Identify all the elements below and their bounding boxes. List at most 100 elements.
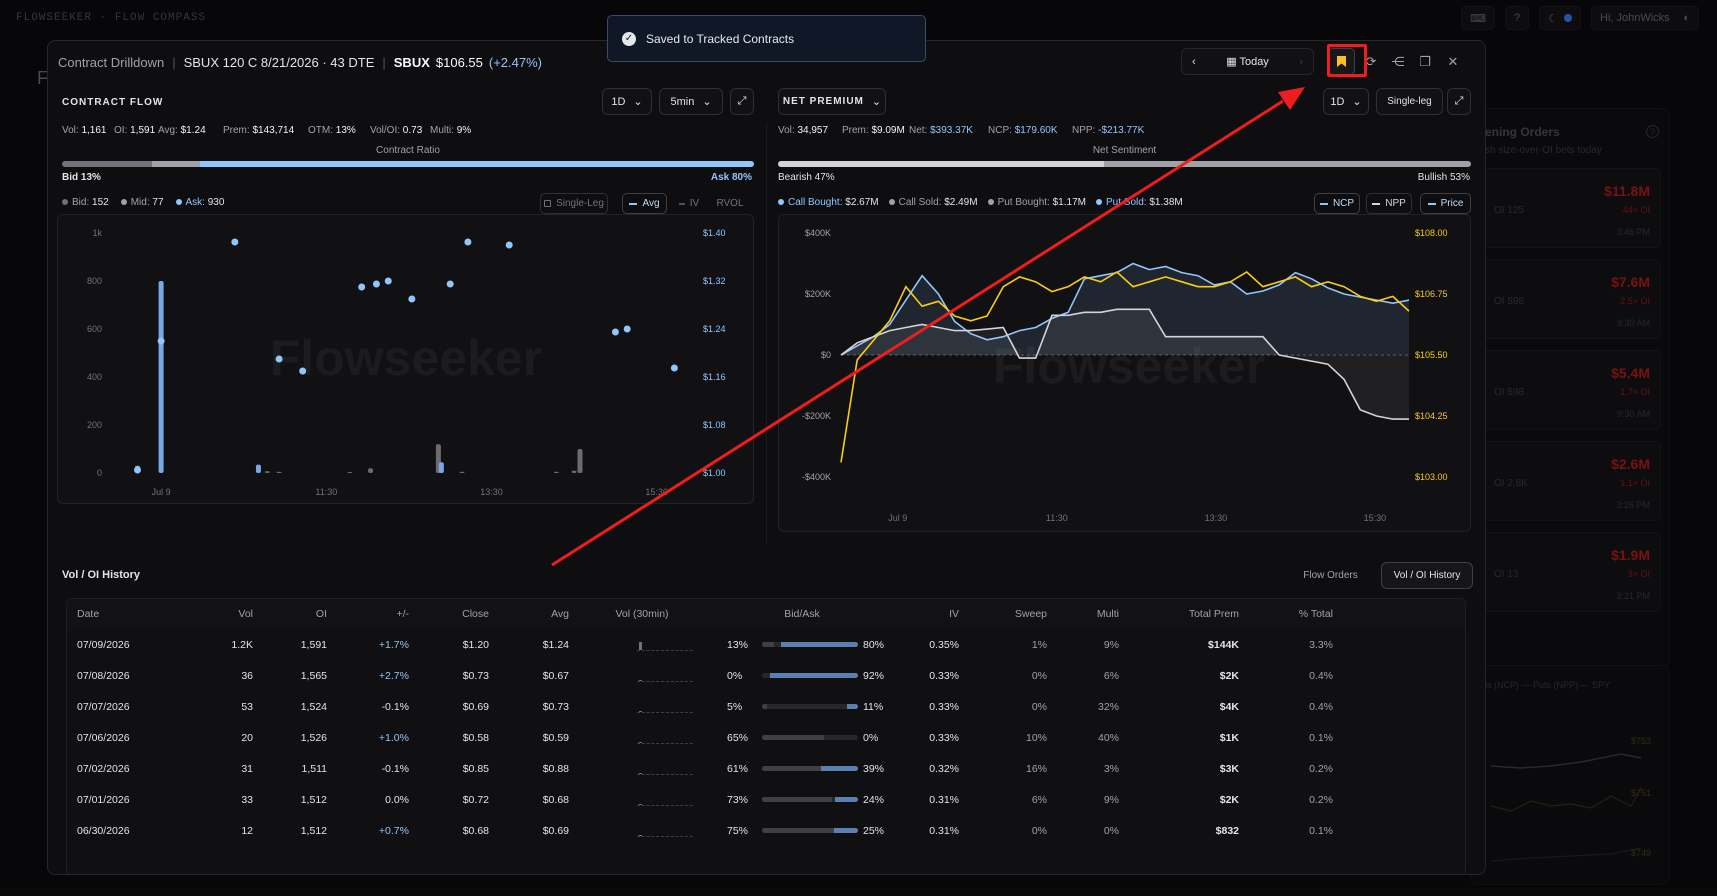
table-row[interactable]: 07/09/20261.2K1,591+1.7%$1.20$1.240.35%1… [67, 629, 1465, 660]
y-tick-label: 1k [92, 228, 102, 238]
column-header[interactable]: IV [897, 599, 959, 629]
flow-stat: Vol/OI: 0.73 [370, 125, 422, 136]
column-header[interactable]: % Total [1247, 599, 1333, 629]
table-cell-vol: 36 [187, 660, 253, 691]
y-tick-label: $400K [805, 228, 831, 238]
avg-price-point [134, 467, 141, 474]
chip-iv[interactable]: IV [674, 193, 704, 214]
table-cell-iv: 0.31% [897, 784, 959, 815]
column-header[interactable]: Vol [187, 599, 253, 629]
chip-price[interactable]: Price [1420, 193, 1471, 214]
table-cell-close: $0.69 [417, 691, 489, 722]
table-cell-chg: +1.0% [337, 722, 409, 753]
sparkline-bar [639, 642, 642, 650]
vol-sparkline [637, 823, 693, 837]
flow-expand-button[interactable]: ⤢ [730, 88, 754, 115]
table-cell-sweep: 6% [967, 784, 1047, 815]
table-cell-multi: 9% [1057, 784, 1119, 815]
avg-price-point [464, 239, 471, 246]
flow-range-select[interactable]: 1D⌄ [602, 88, 652, 115]
volume-bar [265, 471, 270, 473]
flow-interval-select[interactable]: 5min⌄ [659, 88, 723, 115]
table-cell-iv: 0.33% [897, 691, 959, 722]
premium-range-value: 1D [1330, 96, 1344, 108]
net-sentiment-label: Net Sentiment [778, 145, 1471, 156]
chevron-down-icon: ⌄ [702, 95, 711, 108]
y2-tick-label: $103.00 [1415, 472, 1448, 482]
y2-tick-label: $1.40 [703, 228, 726, 238]
table-row[interactable]: 07/06/2026201,526+1.0%$0.58$0.590.33%10%… [67, 722, 1465, 753]
table-cell-date: 06/30/2026 [77, 815, 187, 846]
y-tick-label: 0 [97, 468, 102, 478]
vol-sparkline [637, 730, 693, 744]
net-sentiment-bar [778, 161, 1471, 167]
table-row[interactable]: 07/07/2026531,524-0.1%$0.69$0.730.33%0%3… [67, 691, 1465, 722]
avg-price-point [231, 239, 238, 246]
history-table: DateVolOI +/- Close Avg Vol (30min) Bid/AskIV… [66, 598, 1466, 875]
date-picker-button[interactable]: ▦ Today [1226, 55, 1269, 68]
chip-single-leg[interactable]: Single-Leg [540, 193, 608, 214]
avg-price-point [447, 281, 454, 288]
contract-drilldown-modal: Contract Drilldown | SBUX 120 C 8/21/202… [47, 40, 1486, 875]
column-header[interactable]: OI [257, 599, 327, 629]
net-premium-value: NET PREMIUM [783, 96, 864, 107]
bearish-label: Bearish 47% [778, 172, 835, 183]
chevron-left-icon[interactable]: ‹ [1192, 56, 1196, 68]
copy-icon[interactable]: ❐ [1412, 48, 1438, 75]
column-header[interactable]: Vol (30min) [587, 599, 697, 629]
contract-flow-chart: Flowseeker1k8006004002000$1.40$1.32$1.24… [57, 214, 754, 504]
y2-tick-label: $106.75 [1415, 289, 1448, 299]
volume-bar [439, 462, 444, 473]
table-cell-close: $0.72 [417, 784, 489, 815]
table-cell-oi: 1,565 [257, 660, 327, 691]
bid-label: Bid 13% [62, 172, 101, 183]
y2-tick-label: $105.50 [1415, 350, 1448, 360]
bid-ask-bar [762, 704, 858, 709]
table-cell-vol: 20 [187, 722, 253, 753]
chevron-down-icon: ⌄ [633, 95, 642, 108]
chip-avg[interactable]: Avg [622, 193, 667, 214]
column-header[interactable]: +/- [337, 599, 409, 629]
column-header[interactable]: Close [417, 599, 489, 629]
column-header[interactable]: Total Prem [1147, 599, 1239, 629]
table-row[interactable]: 07/08/2026361,565+2.7%$0.73$0.670.33%0%6… [67, 660, 1465, 691]
close-icon[interactable]: ✕ [1440, 48, 1466, 75]
expand-icon: ⤢ [1455, 95, 1464, 108]
table-cell-close: $0.68 [417, 815, 489, 846]
tab-vol-oi-history[interactable]: Vol / OI History [1381, 562, 1473, 589]
table-row[interactable]: 07/01/2026331,5120.0%$0.72$0.680.31%6%9%… [67, 784, 1465, 815]
annotation-highlight-box [1327, 44, 1367, 77]
table-cell-date: 07/09/2026 [77, 629, 187, 660]
chevron-right-icon[interactable]: › [1299, 56, 1303, 68]
avg-price-point [671, 365, 678, 372]
column-header[interactable]: Sweep [967, 599, 1047, 629]
table-row[interactable]: 07/02/2026311,511-0.1%$0.85$0.880.32%16%… [67, 753, 1465, 784]
table-cell-oi: 1,524 [257, 691, 327, 722]
single-leg-button[interactable]: Single-leg [1376, 88, 1443, 115]
table-cell-multi: 32% [1057, 691, 1119, 722]
sparkline-bar [639, 835, 642, 836]
table-row[interactable]: 06/30/2026121,512+0.7%$0.68$0.690.31%0%0… [67, 815, 1465, 846]
table-cell-pct: 0.2% [1247, 784, 1333, 815]
panel-divider [766, 123, 767, 543]
chip-ncp[interactable]: NCP [1314, 193, 1360, 214]
column-header[interactable]: Date [77, 599, 187, 629]
table-cell-avg: $0.88 [497, 753, 569, 784]
column-header[interactable]: Multi [1057, 599, 1119, 629]
contract-ratio-bar [62, 161, 754, 167]
tab-flow-orders[interactable]: Flow Orders [1294, 562, 1367, 589]
premium-expand-button[interactable]: ⤢ [1447, 88, 1471, 115]
bid-pct: 5% [727, 691, 761, 722]
share-icon[interactable]: ⋲ [1385, 48, 1411, 75]
premium-range-select[interactable]: 1D⌄ [1323, 88, 1369, 115]
ask-pct: 24% [863, 784, 897, 815]
volume-bar [347, 472, 352, 473]
net-premium-select[interactable]: NET PREMIUM⌄ [778, 88, 886, 115]
x-tick-label: 13:30 [1205, 513, 1228, 523]
chip-npp[interactable]: NPP [1366, 193, 1412, 214]
column-header[interactable]: Bid/Ask [707, 599, 897, 629]
bid-ask-bar [762, 642, 858, 647]
column-header[interactable]: Avg [497, 599, 569, 629]
table-cell-prem: $144K [1147, 629, 1239, 660]
chip-rvol[interactable]: RVOL [710, 193, 750, 214]
